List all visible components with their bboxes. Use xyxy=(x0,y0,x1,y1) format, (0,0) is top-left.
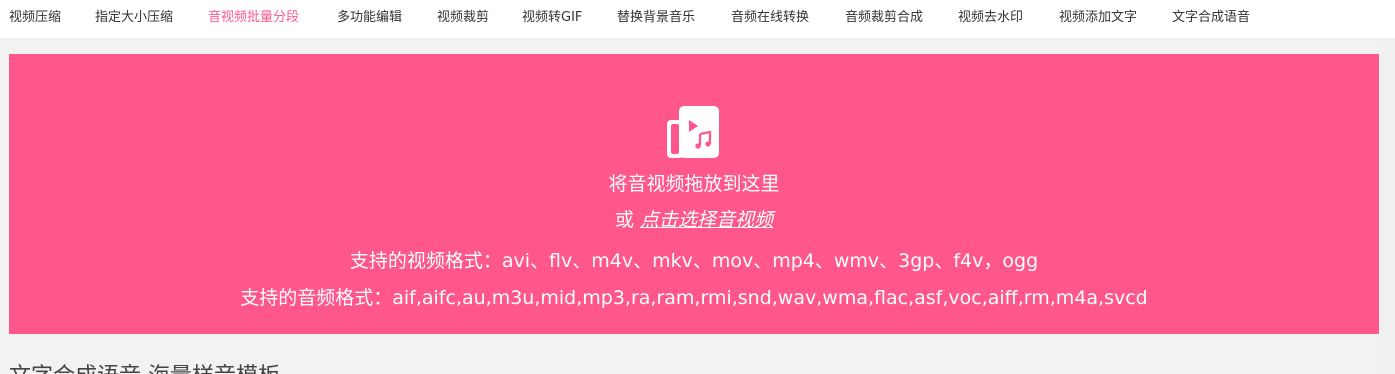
choose-line: 或 点击选择音视频 xyxy=(9,207,1379,233)
section-heading: 文字合成语音 海量样音模板 xyxy=(9,362,280,374)
vertical-scrollbar[interactable] xyxy=(1381,40,1395,374)
nav-item-batch-split[interactable]: 音视频批量分段 xyxy=(208,0,299,36)
file-drop-zone[interactable]: 将音视频拖放到这里 或 点击选择音视频 支持的视频格式：avi、flv、m4v、… xyxy=(9,54,1379,334)
audio-formats-text: 支持的音频格式：aif,aifc,au,m3u,mid,mp3,ra,ram,r… xyxy=(240,287,1148,309)
nav-item-audio-convert[interactable]: 音频在线转换 xyxy=(731,0,809,36)
nav-item-audio-cut-merge[interactable]: 音频裁剪合成 xyxy=(845,0,923,36)
nav-item-multi-edit[interactable]: 多功能编辑 xyxy=(337,0,402,36)
drop-title: 将音视频拖放到这里 xyxy=(608,173,780,195)
video-formats-text: 支持的视频格式：avi、flv、m4v、mkv、mov、mp4、wmv、3gp、… xyxy=(349,250,1039,272)
top-navigation: 视频压缩 指定大小压缩 音视频批量分段 多功能编辑 视频裁剪 视频转GIF 替换… xyxy=(0,0,1395,38)
nav-item-video-crop[interactable]: 视频裁剪 xyxy=(437,0,489,36)
nav-item-video-compress[interactable]: 视频压缩 xyxy=(9,0,61,36)
nav-item-size-compress[interactable]: 指定大小压缩 xyxy=(95,0,173,36)
nav-item-video-to-gif[interactable]: 视频转GIF xyxy=(522,0,582,36)
choose-file-link[interactable]: 点击选择音视频 xyxy=(640,209,773,231)
video-music-file-icon xyxy=(667,106,719,158)
nav-item-add-text[interactable]: 视频添加文字 xyxy=(1059,0,1137,36)
nav-item-text-to-speech[interactable]: 文字合成语音 xyxy=(1172,0,1250,36)
nav-item-remove-watermark[interactable]: 视频去水印 xyxy=(958,0,1023,36)
or-text: 或 xyxy=(614,209,634,231)
nav-item-replace-bgm[interactable]: 替换背景音乐 xyxy=(617,0,695,36)
